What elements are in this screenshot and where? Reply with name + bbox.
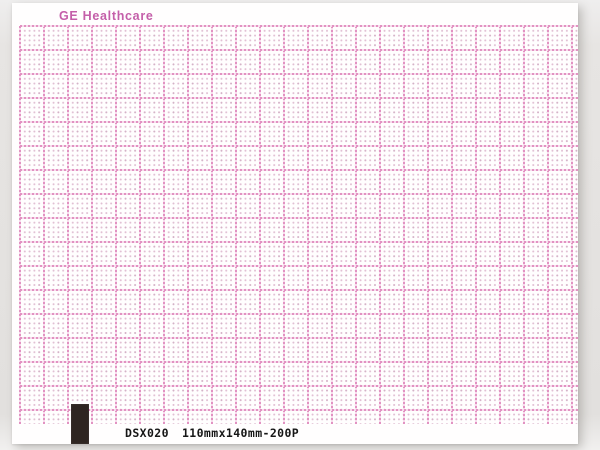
grid-major-hline (20, 289, 578, 291)
grid-major-vline (427, 26, 429, 424)
grid-major-hline (20, 265, 578, 267)
ecg-grid (19, 25, 578, 424)
grid-major-hline (20, 361, 578, 363)
grid-major-hline (20, 25, 578, 27)
brand-logo: GE Healthcare (59, 9, 154, 23)
registration-mark (71, 404, 89, 444)
grid-major-vline (19, 26, 21, 424)
grid-major-vline (355, 26, 357, 424)
grid-major-vline (91, 26, 93, 424)
grid-major-vline (403, 26, 405, 424)
grid-major-vline (475, 26, 477, 424)
grid-major-vline (283, 26, 285, 424)
grid-major-hline (20, 313, 578, 315)
grid-major-hline (20, 97, 578, 99)
paper-spec-line: DSX020 110mmx140mm-200P (125, 426, 299, 440)
grid-major-vline (67, 26, 69, 424)
grid-major-hline (20, 193, 578, 195)
grid-major-hline (20, 121, 578, 123)
grid-major-hline (20, 385, 578, 387)
grid-major-vline (163, 26, 165, 424)
ecg-paper-sheet: GE Healthcare DSX020 110mmx140mm-200P (12, 3, 578, 444)
grid-major-vline (187, 26, 189, 424)
grid-major-hline (20, 241, 578, 243)
grid-major-vline (379, 26, 381, 424)
grid-major-hline (20, 145, 578, 147)
grid-major-hline (20, 337, 578, 339)
grid-major-vline (115, 26, 117, 424)
grid-major-hline (20, 409, 578, 411)
model-number: DSX020 (125, 426, 169, 440)
grid-major-hline (20, 169, 578, 171)
grid-major-vline (235, 26, 237, 424)
grid-major-hline (20, 73, 578, 75)
grid-major-vline (259, 26, 261, 424)
grid-major-vline (139, 26, 141, 424)
grid-major-vline (499, 26, 501, 424)
grid-major-vline (523, 26, 525, 424)
grid-major-vline (547, 26, 549, 424)
grid-major-vline (211, 26, 213, 424)
grid-major-vline (307, 26, 309, 424)
grid-major-vline (331, 26, 333, 424)
paper-spec: 110mmx140mm-200P (181, 426, 300, 440)
grid-major-vline (571, 26, 573, 424)
grid-major-vline (451, 26, 453, 424)
grid-major-hline (20, 217, 578, 219)
grid-major-hline (20, 49, 578, 51)
grid-major-vline (43, 26, 45, 424)
